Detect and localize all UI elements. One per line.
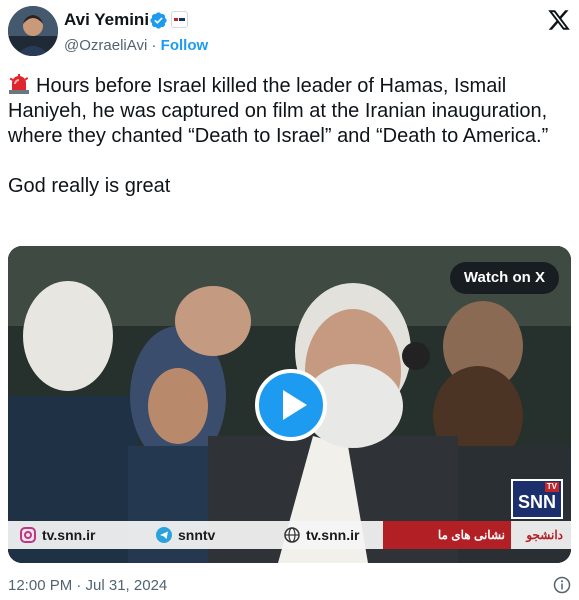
play-button[interactable] [255, 369, 327, 441]
telegram-icon [156, 527, 172, 543]
tweet-text-block: Hours before Israel killed the leader of… [8, 73, 568, 199]
police-car-light-emoji-icon [9, 74, 29, 94]
instagram-icon [20, 527, 36, 543]
website-url: tv.snn.ir [306, 527, 360, 543]
info-icon[interactable] [553, 576, 571, 594]
avatar[interactable] [8, 6, 58, 56]
snn-tv-badge: TV [544, 482, 559, 492]
telegram-handle: snntv [178, 527, 216, 543]
daneshjoo-logo: دانشجو [526, 528, 563, 542]
author-name[interactable]: Avi Yemini [64, 10, 149, 30]
x-logo-icon[interactable] [547, 8, 571, 32]
tweet-timestamp[interactable]: 12:00 PM · Jul 31, 2024 [8, 577, 167, 594]
affiliate-badge-icon[interactable] [171, 11, 188, 28]
video-player[interactable]: Watch on X SNN TV tv.snn.ir snntv tv.snn… [8, 246, 571, 563]
persian-banner: نشانی های ما [383, 521, 511, 549]
play-icon [283, 390, 307, 420]
globe-icon [284, 527, 300, 543]
follow-button[interactable]: Follow [161, 37, 209, 54]
tweet-text: Hours before Israel killed the leader of… [8, 75, 549, 197]
video-watermark-bar: tv.snn.ir snntv tv.snn.ir نشانی های ما د… [8, 521, 571, 549]
author-handle-row: @OzraeliAvi · Follow [64, 37, 208, 54]
handle-separator: · [151, 37, 157, 54]
persian-banner-text: نشانی های ما [437, 528, 505, 542]
instagram-handle: tv.snn.ir [42, 527, 96, 543]
author-handle[interactable]: @OzraeliAvi [64, 37, 147, 54]
watch-on-x-button[interactable]: Watch on X [449, 262, 559, 294]
verified-badge-icon [150, 12, 167, 29]
